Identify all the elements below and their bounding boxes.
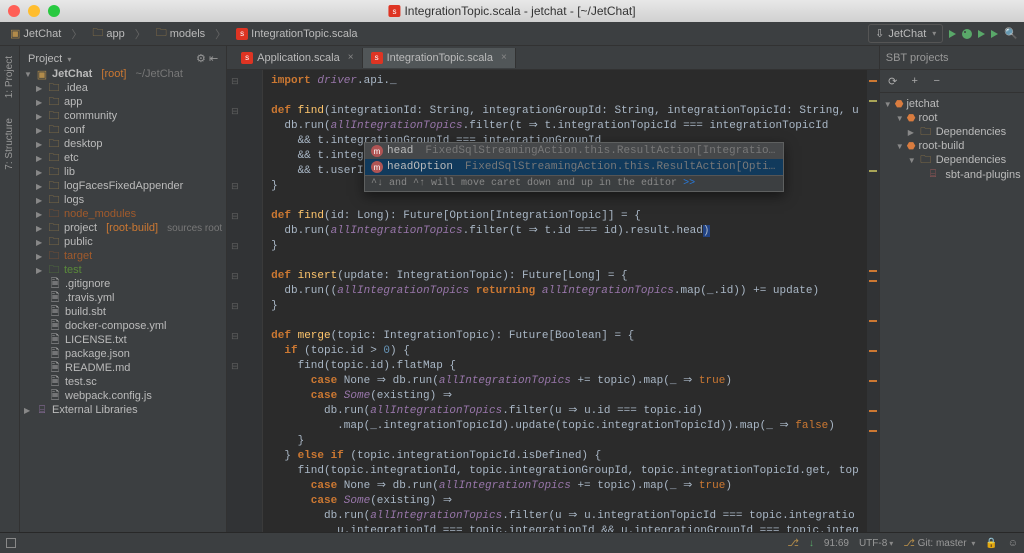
gear-icon[interactable]	[196, 53, 206, 65]
module-icon: ▣	[35, 68, 49, 80]
run-2-button[interactable]	[991, 30, 998, 38]
close-tab-icon[interactable]: ×	[497, 52, 507, 63]
breadcrumb-item-models[interactable]: 🗀models	[152, 22, 209, 45]
run-with-coverage-button[interactable]	[978, 30, 985, 38]
tool-windows-icon[interactable]	[6, 538, 16, 548]
sbt-icon: ⬣	[895, 99, 904, 110]
folder-icon: 🗀	[919, 154, 933, 166]
autocomplete-popup: m head FixedSqlStreamingAction.this.Resu…	[364, 142, 784, 192]
sbt-project-tree: ▼⬣jetchat ▼⬣root ▶🗀Dependencies ▼⬣root-b…	[880, 93, 1024, 186]
sbt-root[interactable]: ▼⬣jetchat	[884, 97, 1024, 111]
git-status-icon[interactable]: ⎇	[787, 538, 799, 549]
tree-file[interactable]: 🗎webpack.config.js	[24, 389, 222, 403]
macos-titlebar: s IntegrationTopic.scala - jetchat - [~/…	[0, 0, 1024, 22]
project-tool-tab[interactable]: 1: Project	[2, 50, 17, 104]
scala-file-icon: s	[371, 52, 383, 64]
expand-arrow-icon[interactable]: ▼	[24, 70, 32, 79]
editor-tab-application[interactable]: sApplication.scala×	[233, 48, 362, 68]
breadcrumb-item-file[interactable]: sIntegrationTopic.scala	[232, 26, 361, 42]
sbt-deps[interactable]: ▼🗀Dependencies	[884, 153, 1024, 167]
breadcrumb-item-app[interactable]: 🗀app	[88, 22, 128, 45]
window-title: s IntegrationTopic.scala - jetchat - [~/…	[388, 4, 635, 18]
autocomplete-item-selected[interactable]: m headOption FixedSqlStreamingAction.thi…	[365, 159, 783, 175]
debug-button[interactable]	[962, 29, 972, 39]
lock-icon[interactable]: 🔒	[985, 538, 997, 549]
status-bar: ⎇ ↓ 91:69 UTF-8 ⎇ Git: master 🔒 ☺	[0, 532, 1024, 553]
chevron-right-icon: 〉	[135, 26, 146, 42]
scala-file-icon: s	[236, 28, 248, 40]
project-tree: Project ⇤ ▼ ▣ JetChat [root] ~/JetChat ▶…	[20, 46, 226, 532]
collapse-icon[interactable]: ⇤	[209, 53, 218, 65]
breadcrumb-item-project[interactable]: ▣JetChat	[6, 25, 65, 42]
git-branch-selector[interactable]: ⎇ Git: master	[903, 538, 975, 549]
structure-tool-tab[interactable]: 7: Structure	[2, 112, 17, 176]
run-configuration-selector[interactable]: ⇩ JetChat	[868, 24, 943, 43]
minimize-window-button[interactable]	[28, 5, 40, 17]
sbt-icon: ⬣	[907, 113, 916, 124]
code-editor[interactable]: import driver.api._ def find(integration…	[263, 70, 867, 532]
library-icon: ⌸	[35, 404, 49, 416]
autocomplete-hint: ^↓ and ^↑ will move caret down and up in…	[365, 175, 783, 191]
sbt-dependency-item[interactable]: ⌸ sbt-and-plugins (Compile)	[884, 167, 1024, 182]
error-stripe[interactable]	[867, 70, 879, 532]
refresh-icon[interactable]: ⟳	[886, 74, 900, 88]
maximize-window-button[interactable]	[48, 5, 60, 17]
editor-tab-integrationtopic[interactable]: sIntegrationTopic.scala×	[363, 48, 516, 68]
sbt-deps[interactable]: ▶🗀Dependencies	[884, 125, 1024, 139]
sbt-panel-title: SBT projects	[886, 52, 949, 64]
cursor-position[interactable]: 91:69	[824, 538, 849, 549]
sbt-project-build[interactable]: ▼⬣root-build	[884, 139, 1024, 153]
chevron-right-icon: 〉	[215, 26, 226, 42]
tree-external-libraries[interactable]: ▶⌸External Libraries	[24, 403, 222, 417]
vcs-incoming-icon[interactable]: ↓	[809, 538, 814, 549]
search-icon[interactable]: 🔍	[1004, 27, 1018, 40]
sbt-icon: ⬣	[907, 141, 916, 152]
sbt-project[interactable]: ▼⬣root	[884, 111, 1024, 125]
navigation-bar: ▣JetChat 〉 🗀app 〉 🗀models 〉 sIntegration…	[0, 22, 1024, 46]
remove-icon[interactable]: −	[930, 74, 944, 88]
chevron-right-icon: 〉	[71, 26, 82, 42]
add-icon[interactable]: +	[908, 74, 922, 88]
autocomplete-item[interactable]: m head FixedSqlStreamingAction.this.Resu…	[365, 143, 783, 159]
breadcrumb: ▣JetChat 〉 🗀app 〉 🗀models 〉 sIntegration…	[6, 22, 362, 45]
folder-icon: 🗀	[919, 126, 933, 138]
run-button[interactable]	[949, 30, 956, 38]
project-panel-title: Project	[28, 53, 71, 65]
folder-icon: ▣	[10, 27, 20, 40]
library-icon: ⌸	[930, 168, 937, 181]
close-tab-icon[interactable]: ×	[344, 52, 354, 63]
method-icon: m	[371, 145, 383, 157]
encoding-selector[interactable]: UTF-8	[859, 538, 893, 549]
hint-link[interactable]: >>	[683, 178, 695, 189]
method-icon: m	[371, 161, 383, 173]
folder-icon: 🗀	[92, 24, 103, 43]
close-window-button[interactable]	[8, 5, 20, 17]
hector-icon[interactable]: ☺	[1008, 538, 1018, 549]
editor-gutter[interactable]: ⊟ ⊟⊟ ⊟⊟ ⊟⊟ ⊟⊟	[227, 70, 263, 532]
scala-file-icon: s	[241, 52, 253, 64]
scala-file-icon: s	[388, 5, 400, 17]
folder-icon: 🗀	[156, 24, 167, 43]
